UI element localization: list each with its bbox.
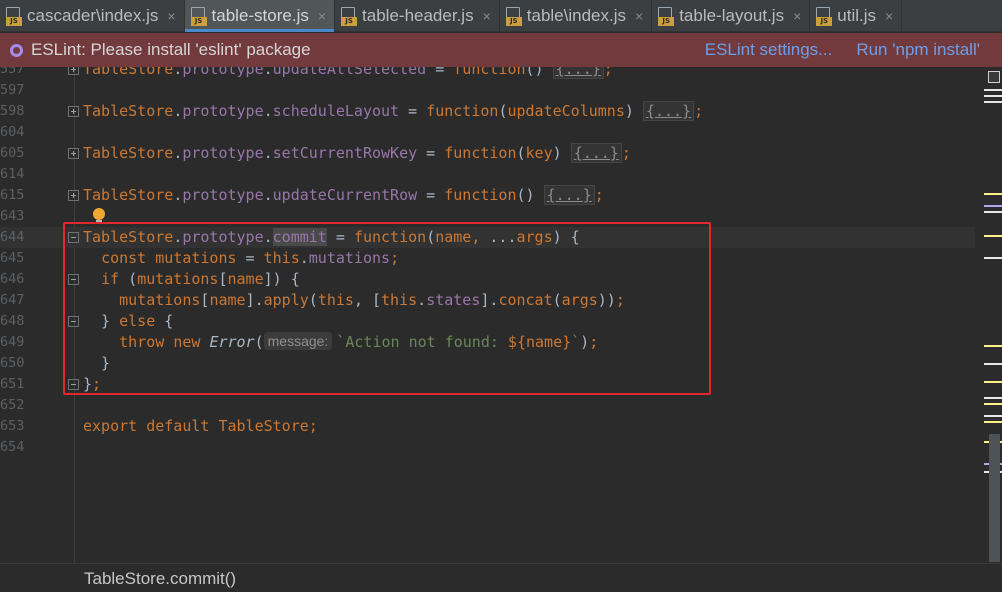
eslint-icon	[10, 43, 23, 57]
tab-label: table-header.js	[362, 6, 474, 25]
close-icon[interactable]: ×	[318, 9, 326, 23]
close-icon[interactable]: ×	[483, 9, 491, 23]
line-number: 557	[0, 67, 25, 77]
folded-code[interactable]: {...}	[570, 143, 622, 163]
code-editor[interactable]: 557 TableStore.prototype.updateAllSelect…	[0, 67, 1002, 563]
code-line[interactable]: 652	[0, 395, 975, 416]
tab-label: table-store.js	[211, 6, 309, 25]
tab-util[interactable]: JS util.js ×	[810, 0, 903, 32]
js-file-icon: JS	[341, 6, 358, 26]
code-line[interactable]: 597	[0, 80, 975, 101]
code-line[interactable]: 598 TableStore.prototype.scheduleLayout …	[0, 101, 975, 122]
line-number: 653	[0, 418, 25, 434]
highlight-box	[63, 222, 711, 395]
line-number: 648	[0, 313, 25, 329]
code-line[interactable]: 604	[0, 122, 975, 143]
tab-label: table-layout.js	[679, 6, 785, 25]
js-file-icon: JS	[190, 6, 207, 26]
tab-table-header[interactable]: JS table-header.js ×	[335, 0, 500, 32]
fold-icon[interactable]	[68, 148, 79, 159]
inspection-ok-icon[interactable]	[988, 71, 1000, 83]
line-number: 652	[0, 397, 25, 413]
editor-tab-bar: JS cascader\index.js × JS table-store.js…	[0, 0, 1002, 32]
line-number: 643	[0, 208, 25, 224]
line-number: 598	[0, 103, 25, 119]
line-number: 645	[0, 250, 25, 266]
folded-code[interactable]: {...}	[543, 185, 595, 205]
close-icon[interactable]: ×	[167, 9, 175, 23]
code-line[interactable]: 605 TableStore.prototype.setCurrentRowKe…	[0, 143, 975, 164]
line-number: 654	[0, 439, 25, 455]
tab-cascader-index[interactable]: JS cascader\index.js ×	[0, 0, 185, 32]
notification-message: ESLint: Please install 'eslint' package	[31, 40, 311, 59]
line-number: 649	[0, 334, 25, 350]
run-npm-install-link[interactable]: Run 'npm install'	[856, 40, 980, 60]
line-number: 615	[0, 187, 25, 203]
scrollbar-thumb[interactable]	[989, 434, 1000, 562]
close-icon[interactable]: ×	[885, 9, 893, 23]
breadcrumb: TableStore.commit()	[0, 563, 1002, 592]
line-number: 646	[0, 271, 25, 287]
tab-table-store[interactable]: JS table-store.js ×	[184, 0, 336, 32]
code-line[interactable]: 654	[0, 437, 975, 458]
js-file-icon: JS	[6, 6, 22, 26]
fold-icon[interactable]	[68, 67, 79, 75]
js-file-icon: JS	[816, 6, 833, 26]
code-line[interactable]: 557 TableStore.prototype.updateAllSelect…	[0, 67, 975, 80]
tab-table-layout[interactable]: JS table-layout.js ×	[652, 0, 811, 32]
fold-icon[interactable]	[68, 190, 79, 201]
tab-label: util.js	[837, 6, 876, 25]
close-icon[interactable]: ×	[793, 9, 801, 23]
code-line[interactable]: 614	[0, 164, 975, 185]
eslint-settings-link[interactable]: ESLint settings...	[705, 40, 833, 60]
js-file-icon: JS	[505, 6, 522, 26]
close-icon[interactable]: ×	[635, 9, 643, 23]
fold-icon[interactable]	[68, 106, 79, 117]
breadcrumb-item[interactable]: TableStore.commit()	[84, 569, 236, 589]
line-number: 604	[0, 124, 25, 140]
folded-code[interactable]: {...}	[552, 67, 604, 79]
line-number: 597	[0, 82, 25, 98]
line-number: 644	[0, 229, 25, 245]
code-line[interactable]: 653 export default TableStore;	[0, 416, 975, 437]
line-number: 614	[0, 166, 25, 182]
line-number: 651	[0, 376, 25, 392]
line-number: 605	[0, 145, 25, 161]
line-number: 650	[0, 355, 25, 371]
tab-table-index[interactable]: JS table\index.js ×	[500, 0, 653, 32]
tab-label: cascader\index.js	[27, 6, 159, 25]
eslint-notification-bar: ESLint: Please install 'eslint' package …	[0, 33, 1002, 67]
code-line[interactable]: 615 TableStore.prototype.updateCurrentRo…	[0, 185, 975, 206]
folded-code[interactable]: {...}	[642, 101, 695, 121]
js-file-icon: JS	[658, 6, 675, 26]
tab-label: table\index.js	[526, 6, 626, 25]
line-number: 647	[0, 292, 25, 308]
